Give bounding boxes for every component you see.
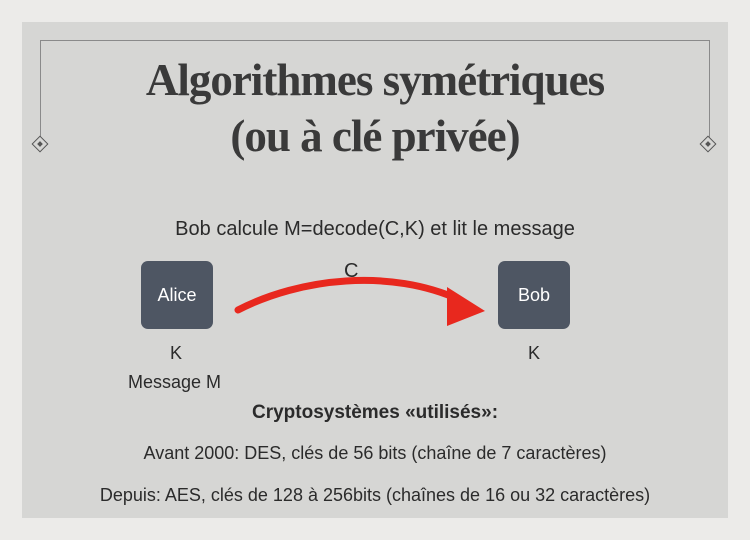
aes-line: Depuis: AES, clés de 128 à 256bits (chaî… [99,485,651,505]
alice-message: Message M [128,372,222,392]
ciphertext-arrowhead-icon [447,287,485,326]
alice-key: K [170,343,183,363]
des-line: Avant 2000: DES, clés de 56 bits (chaîne… [143,443,607,463]
bob-key: K [528,343,541,363]
systems-heading: Cryptosystèmes «utilisés»: [251,402,499,423]
ciphertext-arrow-curve [234,276,464,314]
